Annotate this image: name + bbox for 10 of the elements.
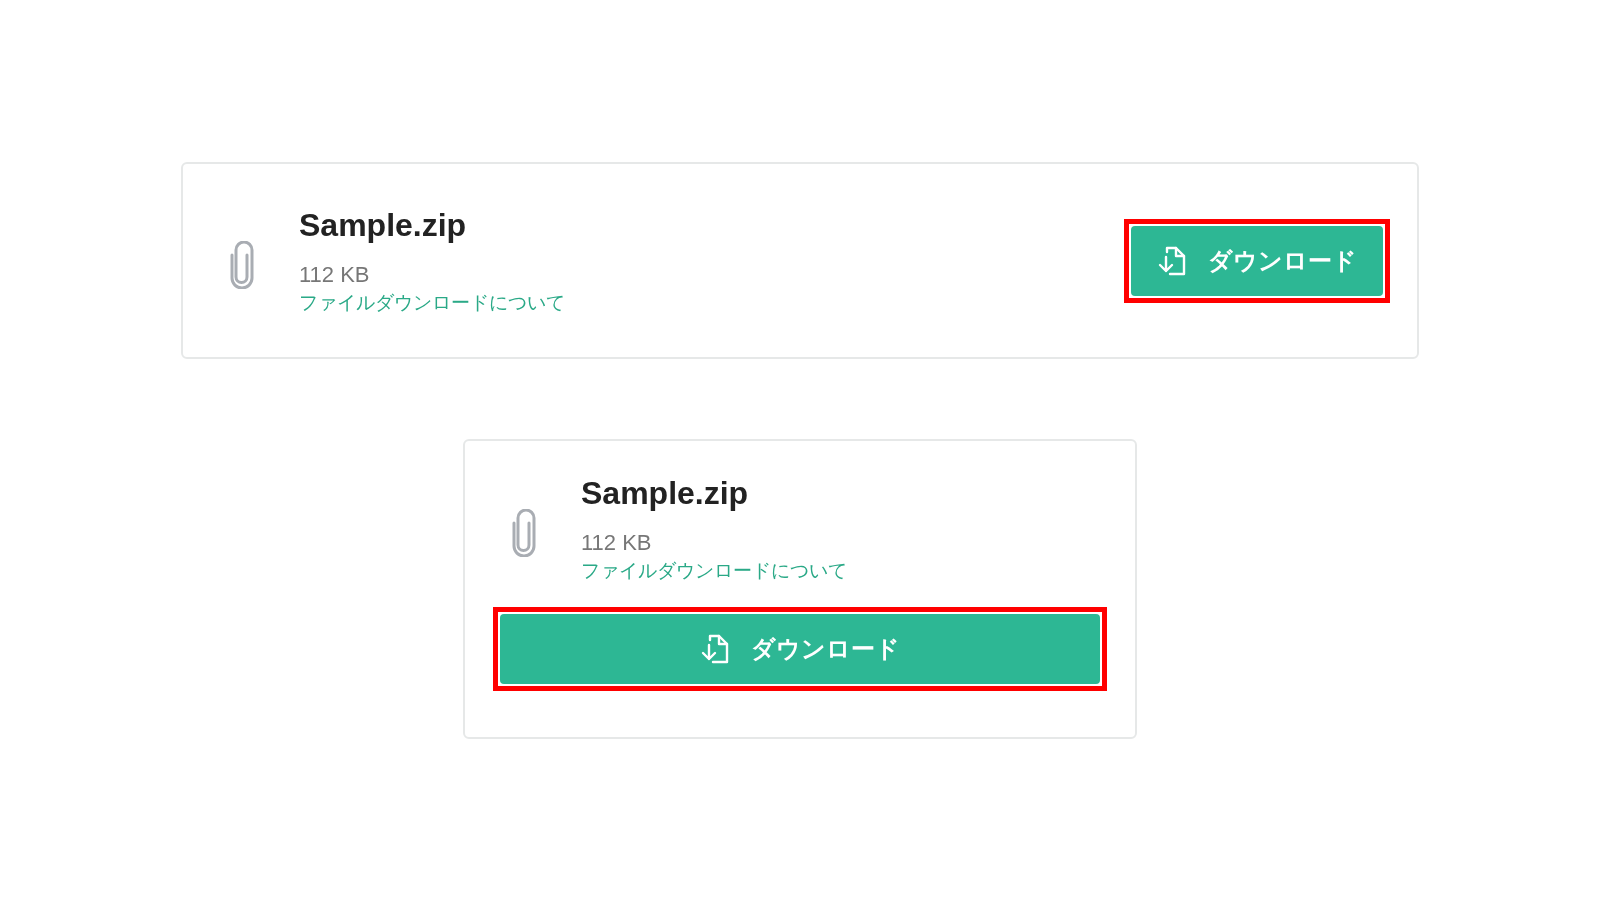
file-download-icon (700, 634, 729, 664)
download-button[interactable]: ダウンロード (500, 614, 1100, 684)
file-name: Sample.zip (581, 474, 749, 513)
file-size: 112 KB (299, 260, 370, 289)
file-name: Sample.zip (299, 205, 467, 245)
download-button[interactable]: ダウンロード (1131, 225, 1383, 296)
file-size: 112 KB (581, 529, 652, 557)
file-download-icon (1157, 245, 1186, 276)
help-link[interactable]: ファイルダウンロードについて (299, 288, 565, 317)
help-link[interactable]: ファイルダウンロードについて (581, 557, 847, 585)
